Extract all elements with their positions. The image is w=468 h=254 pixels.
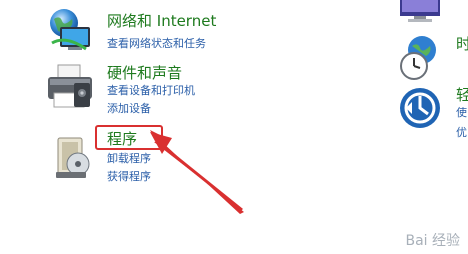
watermark: Bai 经验 (405, 233, 460, 249)
accessibility-icon (398, 86, 442, 130)
hardware-category: 硬件和声音 查看设备和打印机 添加设备 (0, 60, 240, 120)
monitor-icon (400, 0, 444, 22)
hardware-category-title[interactable]: 硬件和声音 (107, 64, 182, 82)
programs-icon (54, 134, 94, 180)
clock-category-title-partial[interactable]: 时 (456, 35, 468, 53)
view-devices-printers-link[interactable]: 查看设备和打印机 (107, 84, 195, 98)
ease-link-partial-2[interactable]: 优 (456, 126, 467, 140)
network-icon (46, 5, 100, 57)
view-network-status-link[interactable]: 查看网络状态和任务 (107, 37, 206, 51)
network-category-title[interactable]: 网络和 Internet (107, 12, 216, 30)
network-category: 网络和 Internet 查看网络状态和任务 (0, 0, 240, 60)
ease-link-partial-1[interactable]: 使 (456, 106, 467, 120)
ease-category-title-partial[interactable]: 轻 (456, 86, 468, 104)
clock-globe-icon (398, 34, 444, 82)
add-device-link[interactable]: 添加设备 (107, 102, 151, 116)
printer-icon (44, 63, 100, 113)
annotation-arrow (150, 130, 244, 214)
